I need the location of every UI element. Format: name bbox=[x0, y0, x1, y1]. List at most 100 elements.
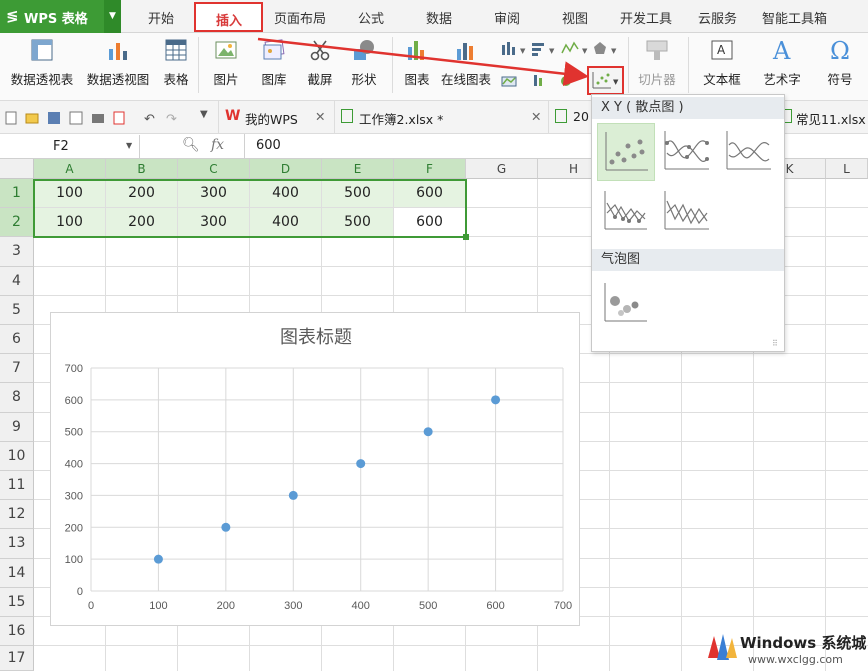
row-header-13[interactable]: 13 bbox=[0, 529, 34, 559]
app-menu-button[interactable]: ≶ WPS 表格 ▼ bbox=[0, 0, 121, 33]
fx-icon[interactable]: fx bbox=[211, 137, 224, 153]
tab-view[interactable]: 视图 bbox=[562, 8, 588, 27]
zoom-icon[interactable]: 🔍︎ bbox=[182, 137, 200, 153]
scatter-smooth-markers-option[interactable] bbox=[659, 123, 717, 181]
scatter-markers-option[interactable] bbox=[597, 123, 655, 181]
column-header-e[interactable]: E bbox=[322, 159, 394, 179]
scatter-straight-markers-option[interactable] bbox=[597, 183, 655, 241]
row-header-10[interactable]: 10 bbox=[0, 441, 34, 471]
row-header-15[interactable]: 15 bbox=[0, 587, 34, 617]
y-tick-label: 200 bbox=[65, 522, 83, 534]
column-header-a[interactable]: A bbox=[34, 159, 106, 179]
column-header-l[interactable]: L bbox=[826, 159, 868, 179]
y-tick-label: 400 bbox=[65, 459, 83, 471]
scatter-chart-icon: ▼ bbox=[592, 72, 619, 89]
scatter-chart[interactable]: 图表标题 0 100 200 300 400 500 600 700 0 100 200 300 400… bbox=[50, 312, 580, 626]
scatter-markers-icon bbox=[605, 132, 648, 171]
watermark-title: Windows 系统城 bbox=[740, 634, 867, 652]
x-tick-label: 300 bbox=[284, 600, 302, 612]
row-header-3[interactable]: 3 bbox=[0, 237, 34, 267]
close-icon[interactable]: ✕ bbox=[531, 109, 541, 124]
picture-button[interactable]: 图片 bbox=[204, 33, 248, 93]
row-header-16[interactable]: 16 bbox=[0, 617, 34, 647]
tab-insert[interactable]: 插入 bbox=[194, 2, 263, 32]
pivot-chart-icon bbox=[109, 43, 127, 60]
pivot-chart-label: 数据透视图 bbox=[86, 72, 150, 87]
x-tick-label: 600 bbox=[486, 600, 504, 612]
shapes-icon bbox=[354, 40, 374, 60]
scatter-point bbox=[288, 490, 298, 500]
table-button[interactable]: 表格 bbox=[158, 33, 194, 93]
scatter-straight-markers-icon bbox=[604, 191, 647, 230]
section-xy-scatter: X Y ( 散点图 ) bbox=[592, 97, 784, 119]
textbox-button[interactable]: A 文本框 bbox=[694, 33, 750, 93]
name-box[interactable]: F2 ▼ bbox=[0, 135, 140, 158]
chart-button[interactable]: 图表 bbox=[398, 33, 436, 93]
tab-list-chevron-icon[interactable]: ▼ bbox=[200, 109, 208, 120]
column-header-b[interactable]: B bbox=[106, 159, 178, 179]
shapes-button[interactable]: 形状 bbox=[342, 33, 386, 93]
close-icon[interactable]: ✕ bbox=[315, 109, 325, 124]
tab-review[interactable]: 审阅 bbox=[494, 8, 520, 27]
tab-data[interactable]: 数据 bbox=[426, 8, 452, 27]
column-header-c[interactable]: C bbox=[178, 159, 250, 179]
chevron-down-icon[interactable]: ▼ bbox=[104, 0, 121, 33]
scissors-icon bbox=[310, 40, 330, 61]
scatter-point bbox=[423, 427, 433, 437]
row-header-4[interactable]: 4 bbox=[0, 266, 34, 296]
screenshot-button[interactable]: 截屏 bbox=[298, 33, 342, 93]
doc-tab-20[interactable]: 20 bbox=[548, 101, 589, 134]
row-header-5[interactable]: 5 bbox=[0, 295, 34, 325]
row-header-8[interactable]: 8 bbox=[0, 383, 34, 413]
table-icon bbox=[165, 39, 187, 61]
online-chart-label: 在线图表 bbox=[440, 72, 491, 87]
gallery-icon bbox=[263, 39, 285, 60]
doc-tab-my-wps[interactable]: W 我的WPS ✕ bbox=[218, 101, 334, 134]
tab-home[interactable]: 开始 bbox=[148, 8, 174, 27]
scatter-chart-button[interactable]: ▼ bbox=[587, 66, 624, 95]
row-header-2[interactable]: 2 bbox=[0, 208, 34, 238]
column-header-f[interactable]: F bbox=[394, 159, 466, 179]
select-all-corner[interactable] bbox=[0, 159, 34, 179]
column-gridline bbox=[825, 179, 826, 671]
app-name: WPS 表格 bbox=[24, 12, 88, 27]
tab-formulas[interactable]: 公式 bbox=[358, 8, 384, 27]
pivot-chart-button[interactable]: 数据透视图 bbox=[82, 33, 154, 93]
symbol-label: 符号 bbox=[827, 72, 853, 87]
chevron-down-icon[interactable]: ▼ bbox=[126, 141, 132, 150]
scatter-smooth-lines-option[interactable] bbox=[721, 123, 779, 181]
tab-developer[interactable]: 开发工具 bbox=[620, 8, 672, 27]
row-header-14[interactable]: 14 bbox=[0, 558, 34, 588]
online-chart-button[interactable]: 在线图表 bbox=[438, 33, 494, 93]
slicer-icon bbox=[646, 40, 668, 60]
bar-chart-icon bbox=[408, 41, 424, 60]
pivot-table-button[interactable]: 数据透视表 bbox=[6, 33, 78, 93]
symbol-button[interactable]: Ω 符号 bbox=[818, 33, 862, 93]
row-header-7[interactable]: 7 bbox=[0, 354, 34, 384]
row-header-6[interactable]: 6 bbox=[0, 325, 34, 355]
tab-smart-tools[interactable]: 智能工具箱 bbox=[762, 8, 827, 27]
quick-access-toolbar[interactable]: ↶ ↷ bbox=[4, 110, 199, 126]
gallery-button[interactable]: 图库 bbox=[252, 33, 296, 93]
column-header-g[interactable]: G bbox=[466, 159, 538, 179]
slicer-button[interactable]: 切片器 bbox=[634, 33, 680, 93]
tab-cloud[interactable]: 云服务 bbox=[698, 8, 737, 27]
row-header-11[interactable]: 11 bbox=[0, 471, 34, 501]
doc-tab-workbook2[interactable]: 工作簿2.xlsx * ✕ bbox=[334, 101, 548, 134]
svg-text:▼: ▼ bbox=[582, 47, 588, 55]
tab-page-layout[interactable]: 页面布局 bbox=[274, 8, 326, 27]
formula-input[interactable]: 600 bbox=[256, 138, 281, 153]
ribbon-divider bbox=[688, 37, 689, 93]
doc-tab-common11[interactable]: 常见11.xlsx bbox=[776, 101, 868, 134]
row-header-17[interactable]: 17 bbox=[0, 646, 34, 671]
row-header-1[interactable]: 1 bbox=[0, 179, 34, 209]
sheet-file-icon bbox=[555, 109, 567, 123]
resize-grip-icon[interactable]: ⠿ bbox=[772, 339, 778, 348]
column-header-d[interactable]: D bbox=[250, 159, 322, 179]
scatter-straight-lines-option[interactable] bbox=[659, 183, 717, 241]
row-header-12[interactable]: 12 bbox=[0, 500, 34, 530]
bubble-chart-option[interactable] bbox=[597, 275, 655, 333]
row-header-9[interactable]: 9 bbox=[0, 412, 34, 442]
fill-handle[interactable] bbox=[463, 234, 469, 240]
wordart-button[interactable]: A 艺术字 bbox=[754, 33, 810, 93]
